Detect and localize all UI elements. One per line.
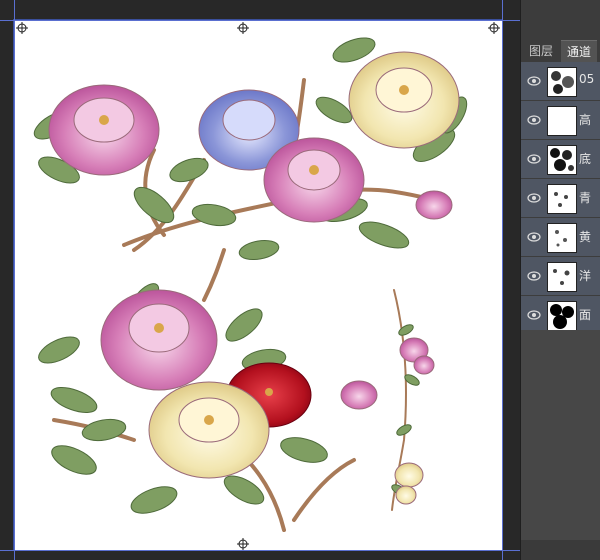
channel-row[interactable]: 05 [521, 62, 600, 101]
channel-label: 05 [579, 72, 595, 86]
guide-line-vertical[interactable] [502, 0, 503, 560]
eye-icon[interactable] [527, 192, 541, 204]
panel-tabs: 图层 通道 [521, 38, 600, 63]
channel-thumbnail [547, 145, 577, 175]
eye-icon[interactable] [527, 231, 541, 243]
panel-header-strip [521, 0, 600, 38]
channel-label: 面 [579, 308, 592, 322]
eye-icon[interactable] [527, 309, 541, 321]
channel-list: 05 高 底 青 黄 洋 面 [521, 62, 600, 335]
crosshair-handle-icon[interactable] [488, 22, 500, 34]
channel-thumbnail [547, 106, 577, 136]
channels-panel: 图层 通道 05 高 底 青 黄 洋 面 [520, 0, 600, 560]
channel-label: 洋 [579, 269, 592, 283]
eye-icon[interactable] [527, 153, 541, 165]
channel-thumbnail [547, 184, 577, 214]
channel-row[interactable]: 青 [521, 179, 600, 218]
channel-row[interactable]: 底 [521, 140, 600, 179]
channel-row[interactable]: 洋 [521, 257, 600, 296]
document-canvas[interactable] [13, 19, 503, 551]
eye-icon[interactable] [527, 270, 541, 282]
tab-channels[interactable]: 通道 [561, 40, 598, 63]
channel-thumbnail [547, 262, 577, 292]
tab-layers[interactable]: 图层 [523, 40, 559, 62]
channel-label: 青 [579, 191, 592, 205]
guide-line-vertical[interactable] [14, 0, 15, 560]
guide-line-horizontal[interactable] [0, 550, 520, 551]
eye-icon[interactable] [527, 114, 541, 126]
channel-label: 黄 [579, 230, 592, 244]
crosshair-handle-icon[interactable] [237, 538, 249, 550]
panel-empty-area [521, 330, 600, 560]
channel-thumbnail [547, 67, 577, 97]
channel-label: 高 [579, 113, 592, 127]
channel-thumbnail [547, 301, 577, 331]
channel-row[interactable]: 高 [521, 101, 600, 140]
peony-artwork [33, 37, 468, 532]
channel-row[interactable]: 黄 [521, 218, 600, 257]
eye-icon[interactable] [527, 75, 541, 87]
channel-label: 底 [579, 152, 592, 166]
channel-thumbnail [547, 223, 577, 253]
panel-footer [521, 540, 600, 560]
canvas-workspace [0, 0, 520, 560]
crosshair-handle-icon[interactable] [237, 22, 249, 34]
guide-line-horizontal[interactable] [0, 20, 520, 21]
crosshair-handle-icon[interactable] [16, 22, 28, 34]
